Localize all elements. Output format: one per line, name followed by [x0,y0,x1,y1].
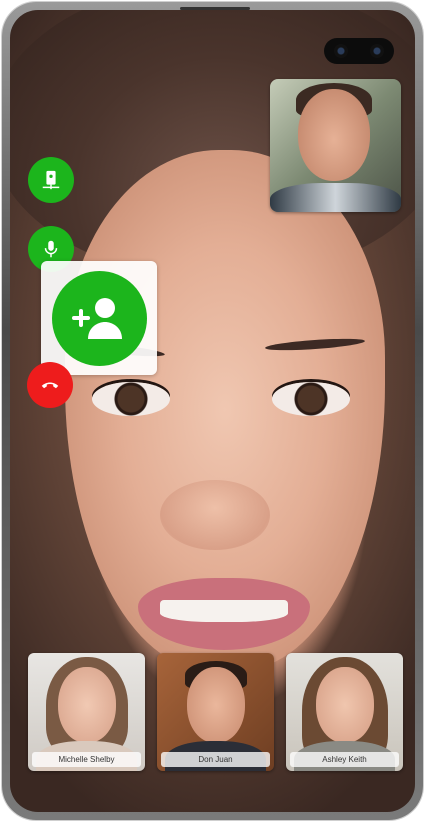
self-view-face [298,89,370,181]
participant-name: Ashley Keith [290,752,399,767]
participant-tile[interactable]: Michelle Shelby [28,653,145,771]
participant-tile[interactable]: Ashley Keith [286,653,403,771]
camera-lens-icon [334,44,348,58]
participant-face [187,667,245,743]
add-participant-button[interactable] [51,270,147,366]
participant-name: Don Juan [161,752,270,767]
main-video-left-eye [92,382,170,416]
participant-tile[interactable]: Don Juan [157,653,274,771]
main-video-nose [160,480,270,550]
main-video-teeth [160,600,288,622]
self-view-pip[interactable] [270,79,401,212]
camera-lens-icon [370,44,384,58]
microphone-icon [44,240,58,258]
self-view-shirt [270,183,401,212]
screen-share-button[interactable] [28,157,74,203]
end-call-icon [41,382,59,389]
end-call-button[interactable] [27,362,73,408]
front-camera-cutout [324,38,394,64]
participant-face [58,667,116,743]
participant-face [316,667,374,743]
add-user-icon [72,298,122,339]
add-participant-card [41,261,157,375]
participant-name: Michelle Shelby [32,752,141,767]
main-video-right-eye [272,382,350,416]
phone-share-icon [42,170,60,190]
